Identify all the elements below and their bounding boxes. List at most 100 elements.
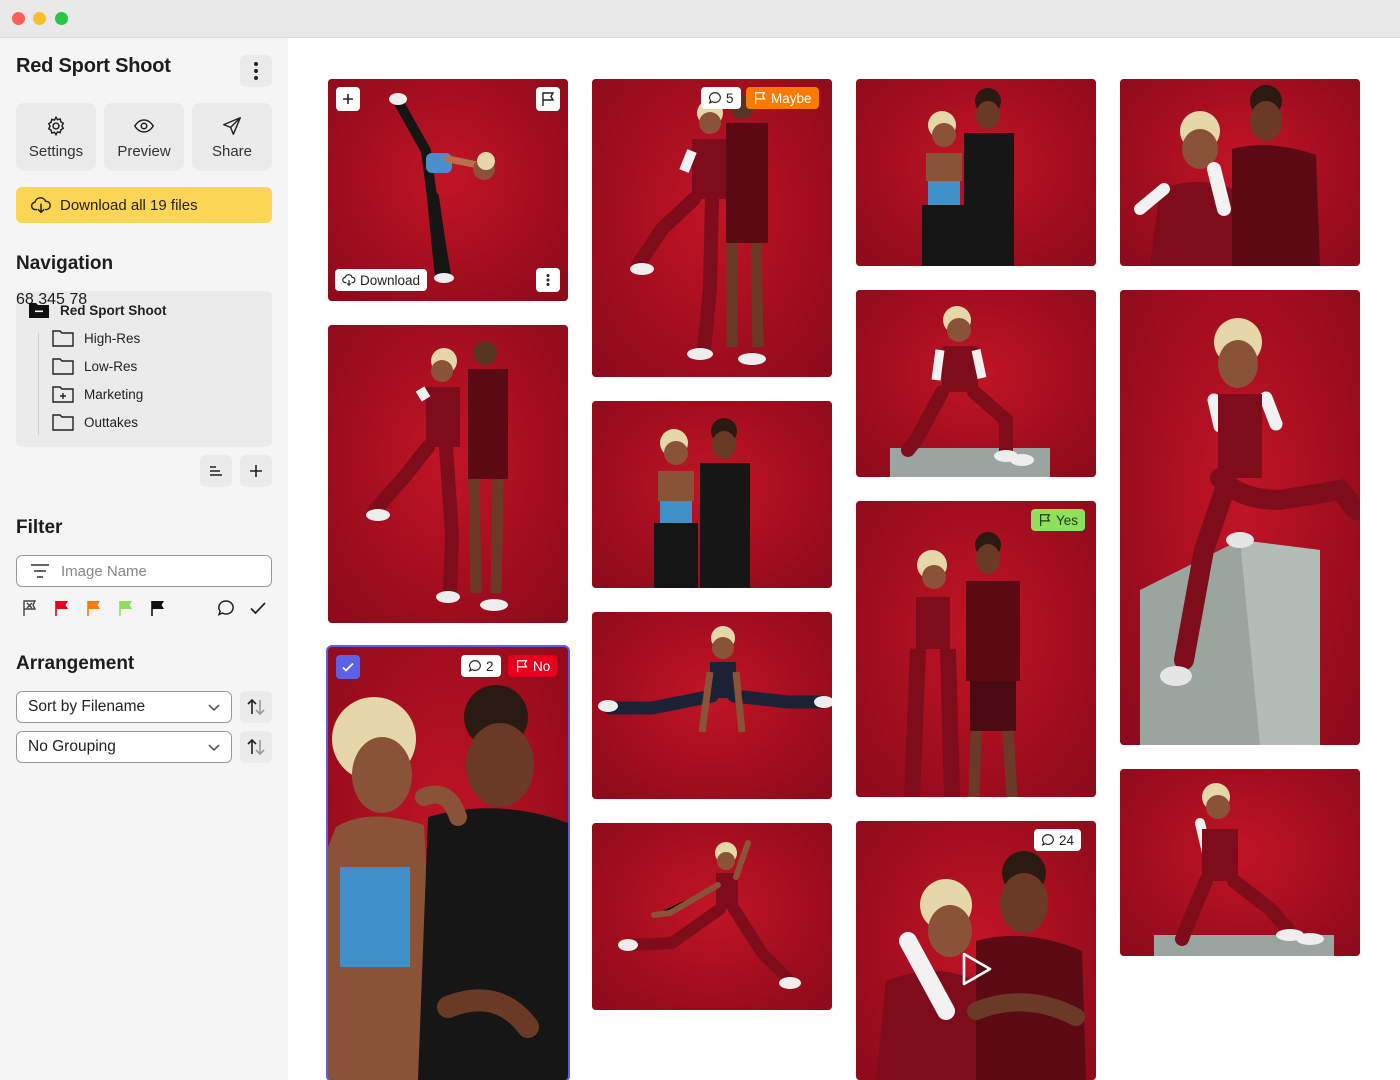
cloud-download-icon bbox=[30, 197, 51, 214]
align-lines-icon bbox=[210, 466, 222, 476]
folder-item-high-res[interactable]: High-Res bbox=[52, 329, 140, 347]
photo-tile[interactable] bbox=[1120, 79, 1360, 266]
photo-tile[interactable] bbox=[1120, 769, 1360, 956]
comment-count: 24 bbox=[1059, 832, 1075, 848]
flag-red-icon[interactable] bbox=[52, 598, 72, 618]
add-folder-button[interactable] bbox=[240, 455, 272, 487]
photo-kick-pose bbox=[389, 93, 495, 283]
flag-icon bbox=[1040, 514, 1051, 527]
photo-back-to-back-pair bbox=[366, 341, 508, 611]
comment-icon bbox=[708, 92, 721, 104]
flag-icon bbox=[542, 92, 555, 106]
folder-open-icon bbox=[29, 303, 49, 318]
project-menu-button[interactable] bbox=[240, 55, 272, 87]
photo-tile[interactable] bbox=[592, 401, 832, 588]
photo-pair-standing bbox=[654, 418, 750, 588]
zoom-window-button[interactable] bbox=[55, 12, 68, 25]
plus-icon bbox=[250, 465, 262, 477]
flag-label: Maybe bbox=[771, 90, 812, 106]
folder-label: High-Res bbox=[84, 330, 141, 346]
photo-tile[interactable] bbox=[592, 612, 832, 799]
photo-tile[interactable]: Download bbox=[328, 79, 568, 301]
photo-seated-towel-alt bbox=[1154, 783, 1334, 956]
title-bar bbox=[0, 0, 1400, 38]
flag-black-icon[interactable] bbox=[148, 598, 168, 618]
comment-icon bbox=[468, 660, 481, 672]
folder-label: Low-Res bbox=[84, 358, 138, 374]
chevron-down-icon bbox=[208, 744, 220, 752]
image-name-filter-input[interactable]: Image Name bbox=[16, 555, 272, 587]
share-button[interactable]: Share bbox=[192, 103, 272, 171]
folder-label: Outtakes bbox=[84, 414, 139, 430]
photo-tile-selected[interactable]: 2 No bbox=[326, 645, 570, 1080]
flag-photo-button[interactable] bbox=[536, 87, 560, 111]
download-all-button[interactable]: Download all 19 files bbox=[16, 187, 272, 223]
photo-menu-button[interactable] bbox=[536, 268, 560, 292]
flag-label: Yes bbox=[1056, 512, 1079, 528]
photo-pair-posing bbox=[904, 532, 1020, 797]
preview-button[interactable]: Preview bbox=[104, 103, 184, 171]
send-icon bbox=[223, 116, 241, 135]
cloud-download-icon bbox=[342, 274, 356, 287]
grouping-select-value: No Grouping bbox=[28, 738, 116, 755]
settings-button[interactable]: Settings bbox=[16, 103, 96, 171]
photo-back-to-back-pair-alt bbox=[630, 95, 768, 365]
flag-badge-no[interactable]: No bbox=[508, 655, 558, 677]
comments-badge[interactable]: 2 bbox=[461, 655, 501, 677]
sort-direction-button[interactable] bbox=[240, 691, 272, 723]
photo-smiling-pair-closeup bbox=[328, 685, 568, 1080]
photo-tile[interactable] bbox=[856, 79, 1096, 266]
checkmark-filter-icon[interactable] bbox=[248, 598, 268, 618]
flag-badge-yes[interactable]: Yes bbox=[1031, 509, 1086, 531]
more-icon bbox=[254, 62, 258, 66]
photo-tile[interactable] bbox=[328, 325, 568, 623]
collapse-tree-button[interactable] bbox=[200, 455, 232, 487]
selected-checkbox[interactable] bbox=[336, 655, 360, 679]
more-vertical-icon bbox=[546, 274, 550, 286]
download-photo-button[interactable]: Download bbox=[335, 269, 428, 291]
flag-orange-icon[interactable] bbox=[84, 598, 104, 618]
folder-item-outtakes[interactable]: Outtakes bbox=[52, 413, 138, 431]
photo-tile[interactable]: 5 Maybe bbox=[592, 79, 832, 377]
photo-seated-on-block bbox=[1140, 318, 1360, 745]
checkmark-icon bbox=[342, 662, 354, 672]
download-all-label: Download all 19 files bbox=[60, 196, 198, 214]
comments-badge[interactable]: 5 bbox=[701, 87, 741, 109]
photo-tile-video[interactable]: 24 bbox=[856, 821, 1096, 1080]
flag-green-icon[interactable] bbox=[116, 598, 136, 618]
folder-label: Marketing bbox=[84, 386, 144, 402]
flag-any-icon[interactable] bbox=[20, 598, 40, 618]
sort-arrows-icon bbox=[247, 698, 265, 716]
close-window-button[interactable] bbox=[12, 12, 25, 25]
folder-item-low-res[interactable]: Low-Res bbox=[52, 357, 137, 375]
flag-icon bbox=[755, 92, 766, 105]
comment-icon bbox=[1041, 834, 1054, 846]
photo-pair-standing-alt bbox=[922, 88, 1014, 266]
minimize-window-button[interactable] bbox=[33, 12, 46, 25]
photo-tile[interactable] bbox=[856, 290, 1096, 477]
folder-root-label: Red Sport Shoot bbox=[60, 302, 167, 318]
photo-tile[interactable]: Yes bbox=[856, 501, 1096, 797]
photo-tile[interactable] bbox=[592, 823, 832, 1010]
preview-label: Preview bbox=[117, 142, 171, 160]
download-label: Download bbox=[360, 272, 421, 288]
gear-icon bbox=[47, 115, 65, 136]
grouping-direction-button[interactable] bbox=[240, 731, 272, 763]
comment-filter-icon[interactable] bbox=[216, 598, 236, 618]
photo-split-jump bbox=[598, 626, 832, 733]
grouping-select[interactable]: No Grouping bbox=[16, 731, 232, 763]
flag-badge-maybe[interactable]: Maybe bbox=[746, 87, 819, 109]
folder-item-marketing[interactable]: Marketing bbox=[52, 385, 143, 403]
play-icon[interactable] bbox=[956, 949, 996, 989]
arrangement-heading: Arrangement bbox=[16, 653, 135, 674]
sort-select[interactable]: Sort by Filename bbox=[16, 691, 232, 723]
folder-root[interactable]: Red Sport Shoot bbox=[28, 301, 167, 319]
tree-guide bbox=[38, 333, 39, 435]
sort-select-value: Sort by Filename bbox=[28, 698, 146, 715]
photo-tile[interactable] bbox=[1120, 290, 1360, 745]
select-photo-button[interactable] bbox=[336, 87, 360, 111]
filter-icon bbox=[31, 564, 49, 578]
comments-badge[interactable]: 24 bbox=[1034, 829, 1082, 851]
filter-placeholder: Image Name bbox=[61, 562, 147, 580]
photo-laughing-pair-towel bbox=[1134, 85, 1320, 266]
